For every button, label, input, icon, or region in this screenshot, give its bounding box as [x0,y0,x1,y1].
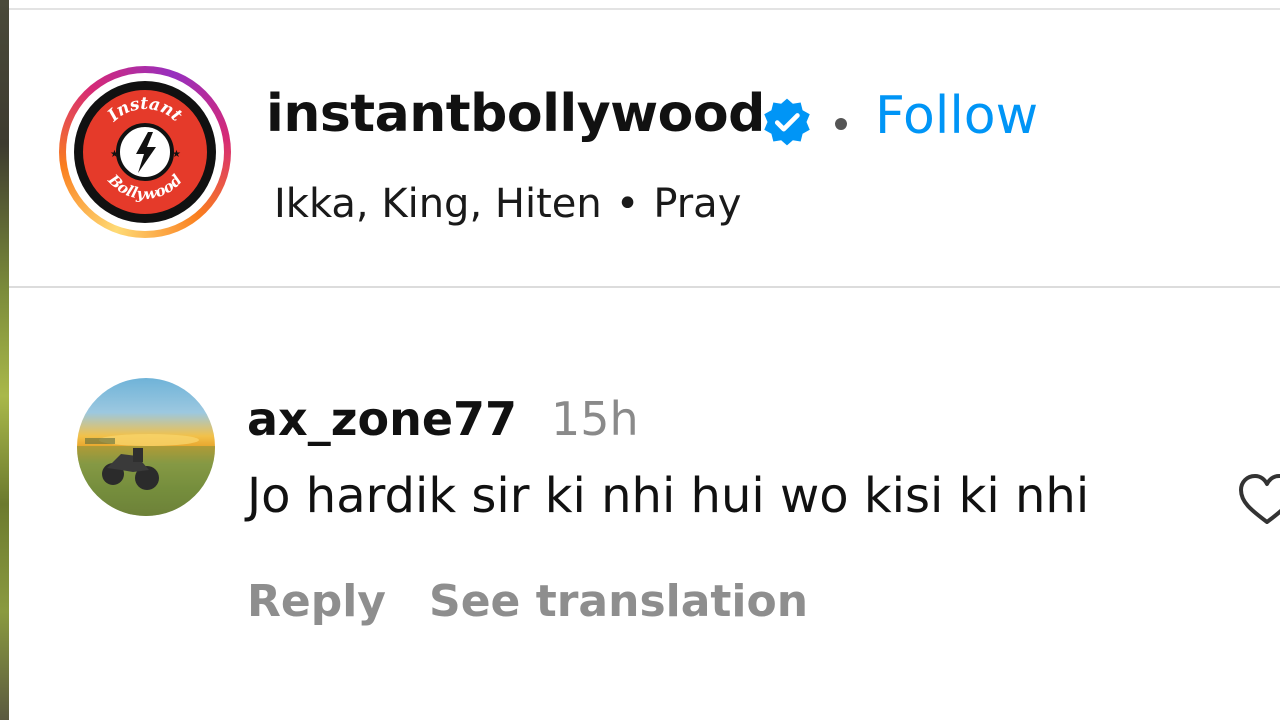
audio-attribution[interactable]: Ikka, King, Hiten • Pray [274,182,741,226]
logo-top-text: Instant [103,94,186,127]
commenter-avatar-image [77,434,215,516]
svg-text:★: ★ [110,149,119,160]
comment-item: ax_zone77 15h Jo hardik sir ki nhi hui w… [9,288,1280,720]
heart-outline-icon[interactable] [1237,472,1280,528]
audio-separator: • [615,181,640,227]
follow-button[interactable]: Follow [875,90,1038,142]
svg-text:★: ★ [172,149,181,160]
see-translation-button[interactable]: See translation [429,580,808,624]
media-edge [0,0,9,720]
avatar-ring-inner: Instant Bollywood ★ ★ [66,73,224,231]
verified-badge-icon [764,98,810,146]
svg-text:Instant: Instant [103,94,186,127]
commenter-avatar[interactable] [77,378,215,516]
post-header: Instant Bollywood ★ ★ instantbollywood F… [9,10,1280,286]
account-logo: Instant Bollywood ★ ★ [74,81,216,223]
reply-button[interactable]: Reply [247,580,386,624]
audio-track: Pray [653,181,742,227]
logo-lettering: Instant Bollywood ★ ★ [103,94,186,203]
instagram-post-panel: Instant Bollywood ★ ★ instantbollywood F… [0,0,1280,720]
comment-text: Jo hardik sir ki nhi hui wo kisi ki nhi [247,468,1090,524]
story-ring-avatar[interactable]: Instant Bollywood ★ ★ [59,66,231,238]
comment-timestamp[interactable]: 15h [551,396,639,442]
header-dot-separator [835,118,847,130]
comment-username[interactable]: ax_zone77 [247,396,517,442]
post-username[interactable]: instantbollywood [266,88,765,140]
audio-artists: Ikka, King, Hiten [274,181,602,227]
